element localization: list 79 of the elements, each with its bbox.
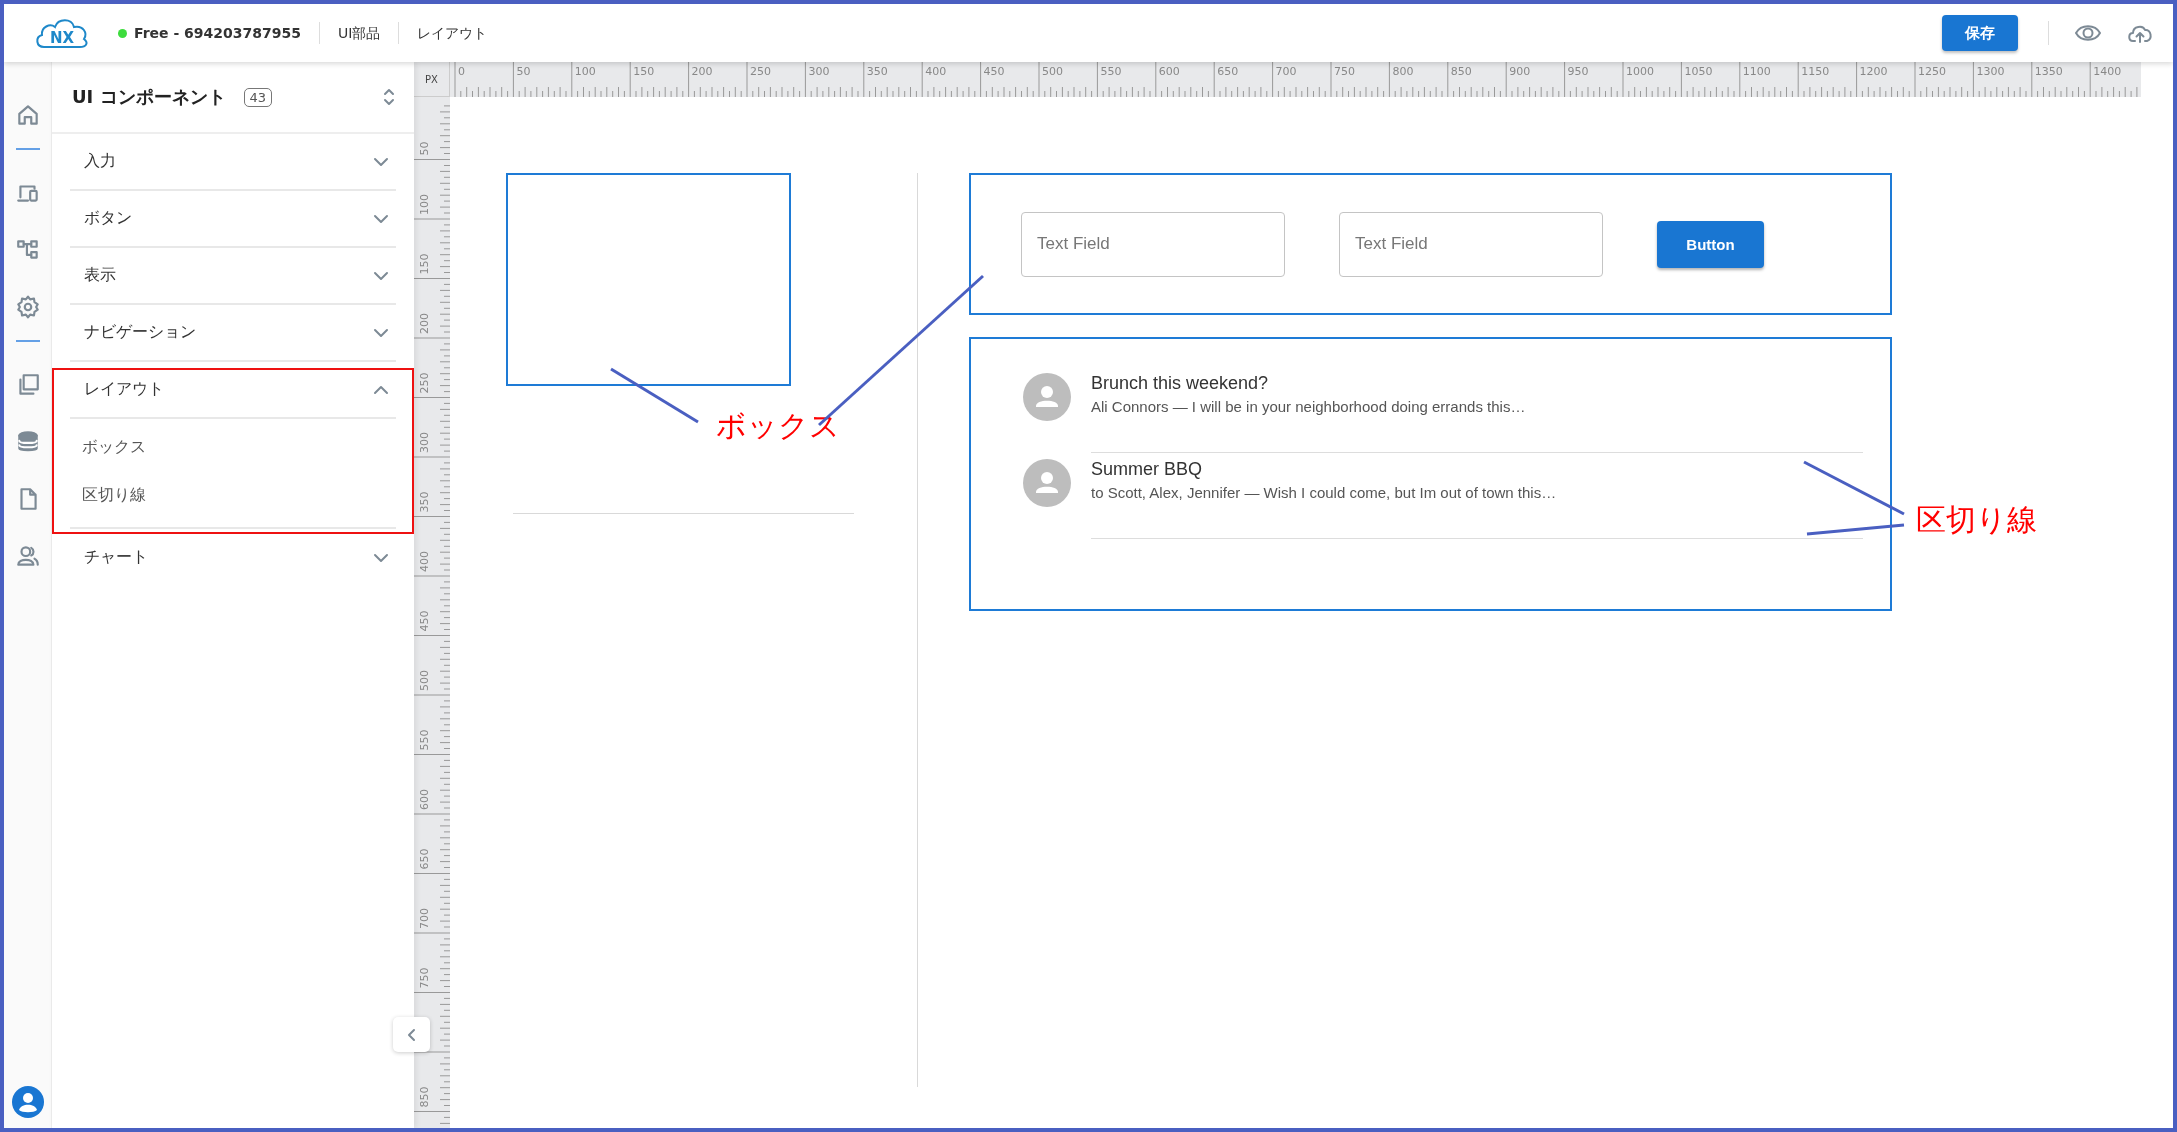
ruler-label: 850 [418, 1086, 431, 1108]
category-item[interactable]: 表示 [70, 248, 396, 305]
ruler-label: 400 [418, 551, 431, 572]
ruler-label: 700 [418, 908, 431, 929]
ruler-label: 150 [418, 253, 431, 275]
ruler-label: 550 [1100, 65, 1122, 78]
category-item[interactable]: ナビゲーション [70, 305, 396, 362]
ruler-label: 800 [1392, 65, 1414, 78]
ruler-label: 550 [418, 729, 431, 751]
box-component[interactable]: Text Field Text Field Button [969, 173, 1892, 315]
ruler-label: 500 [418, 670, 431, 691]
ruler-label: 1200 [1859, 65, 1888, 78]
ruler-label: 50 [516, 65, 531, 78]
sample-button[interactable]: Button [1657, 220, 1764, 268]
box-component[interactable]: Brunch this weekend? Ali Connors — I will be in your neighborhood doing errands this… Summer BBQ to Scott, Alex, Jennifer — Wish I could come, but Im out of town this… [969, 337, 1892, 611]
online-status-dot [118, 28, 127, 38]
ruler-label: 750 [1334, 65, 1355, 78]
ruler-label: 1350 [2034, 65, 2063, 78]
callout-label: ボックス [716, 407, 840, 445]
ruler-label: 1250 [1918, 65, 1946, 78]
list-item-title: Brunch this weekend? [1091, 373, 1270, 394]
box-component[interactable] [506, 173, 791, 386]
ruler-label: 750 [418, 967, 431, 989]
user-avatar-icon[interactable] [11, 1086, 44, 1118]
users-icon[interactable] [14, 543, 41, 569]
ruler-label: 50 [418, 141, 431, 156]
ruler-label: 600 [1158, 65, 1180, 78]
ruler-label: 150 [633, 65, 655, 78]
ruler-label: 1100 [1742, 65, 1771, 78]
category-item[interactable]: 入力 [70, 134, 396, 191]
ruler-label: 300 [418, 432, 431, 453]
ruler-label: 450 [418, 610, 431, 632]
ruler-label: 350 [418, 491, 431, 513]
unit-label: PX [414, 62, 450, 97]
ruler-label: 500 [1042, 65, 1063, 78]
ruler-label: 100 [574, 65, 596, 78]
ruler-label: 300 [808, 65, 830, 78]
ruler-label: 850 [1450, 65, 1472, 78]
count-badge: 43 [243, 87, 273, 107]
avatar-icon [1023, 459, 1071, 507]
ruler-label: 1150 [1801, 65, 1830, 78]
save-button[interactable]: 保存 [1942, 15, 2018, 51]
category-item[interactable]: レイアウト [70, 362, 396, 419]
ruler-label: 700 [1275, 65, 1297, 78]
avatar-icon [1023, 373, 1071, 421]
callout-label: 区切り線 [1916, 501, 2037, 539]
breadcrumb-item[interactable]: UI部品 [319, 22, 399, 44]
ruler-label: 250 [750, 65, 771, 78]
settings-icon[interactable] [14, 294, 41, 320]
text-field[interactable]: Text Field [1021, 211, 1285, 277]
ruler-label: 250 [418, 372, 431, 394]
category-item[interactable]: ボタン [70, 191, 396, 248]
ruler-label: 650 [1217, 65, 1239, 78]
breadcrumb-item[interactable]: レイアウト [398, 22, 506, 44]
ruler-label: 600 [418, 789, 431, 810]
list-item-title: Summer BBQ [1091, 459, 1204, 480]
ruler-label: 950 [1567, 65, 1589, 78]
ruler-label: 100 [418, 194, 431, 215]
list-item-text: to Scott, Alex, Jennifer — Wish I could come, but Im out of town this… [1091, 484, 1558, 501]
ruler-label: 400 [925, 65, 947, 78]
panel-title: UI コンポーネント [72, 85, 226, 109]
ruler-label: 900 [1509, 65, 1531, 78]
ruler-label: 450 [983, 65, 1005, 78]
ruler-label: 1400 [2093, 65, 2122, 78]
ruler-label: 350 [866, 65, 888, 78]
ruler-label: 1000 [1626, 65, 1654, 78]
component-item[interactable]: ボックス [70, 423, 396, 471]
ruler-label: 1300 [1976, 65, 2005, 78]
ruler-label: 650 [418, 848, 431, 870]
ruler-label: 200 [691, 65, 713, 78]
category-item[interactable]: チャート [70, 529, 396, 586]
ruler-label: 200 [418, 313, 431, 334]
ruler-label: 0 [458, 65, 465, 78]
text-field[interactable]: Text Field [1339, 211, 1603, 277]
plan-status: Free - 694203787955 [134, 25, 302, 41]
component-item[interactable]: 区切り線 [70, 471, 396, 519]
list-item-text: Ali Connors — I will be in your neighborhood doing errands this… [1091, 398, 1527, 415]
ruler-label: 1050 [1684, 65, 1713, 78]
collapse-button[interactable] [393, 1017, 430, 1052]
